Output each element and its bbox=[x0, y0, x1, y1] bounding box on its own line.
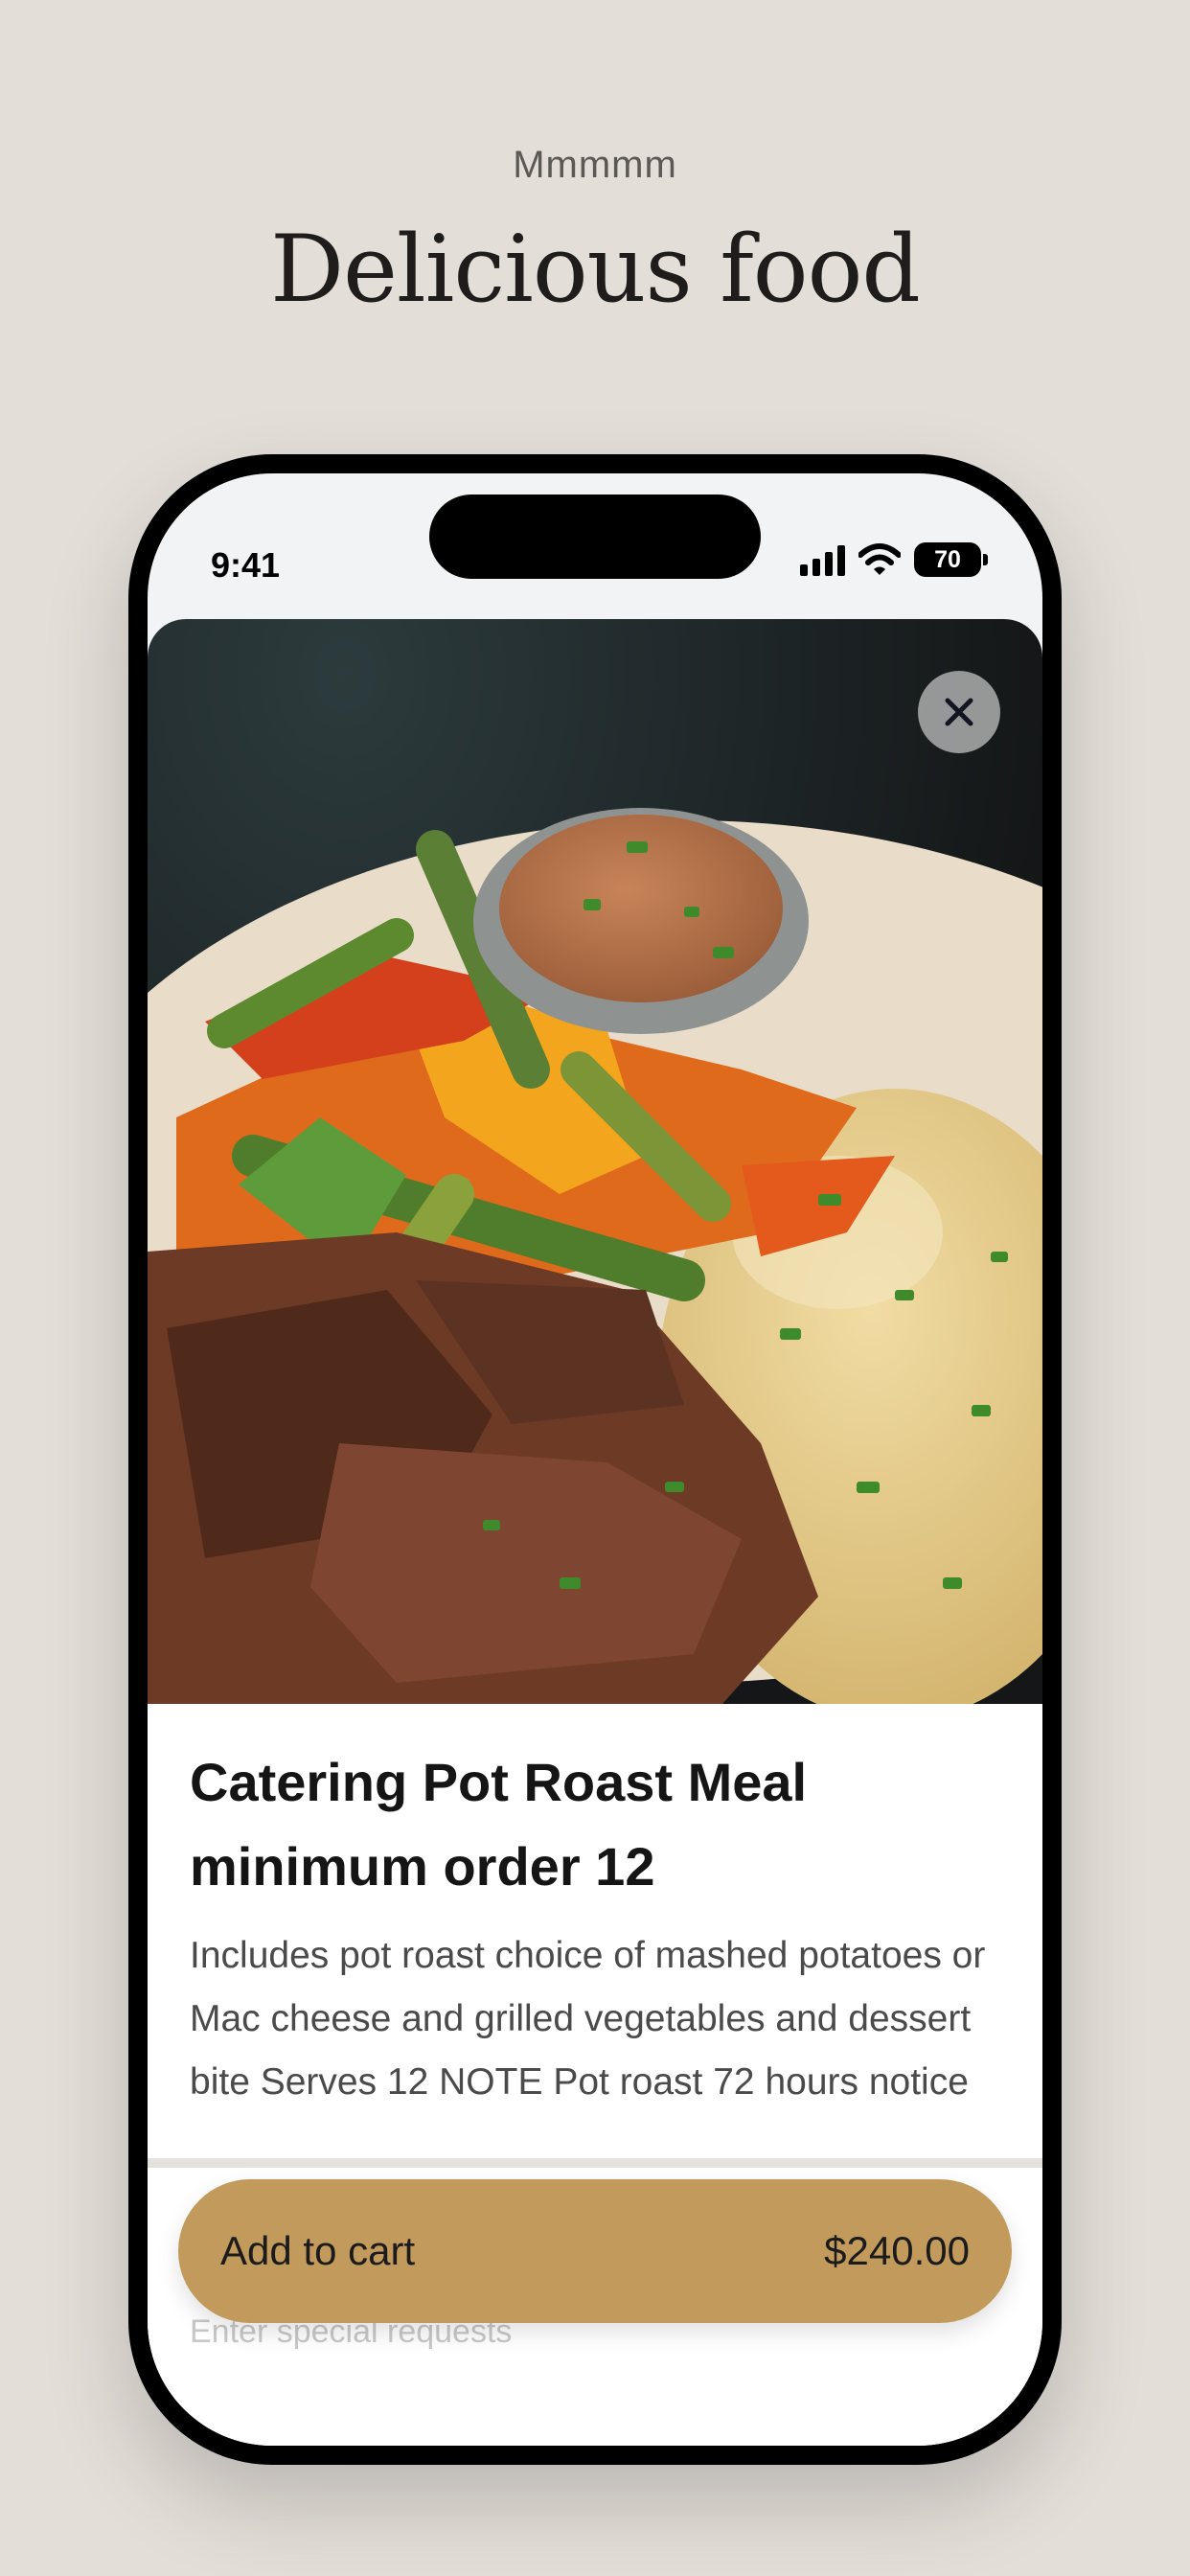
cellular-signal-icon bbox=[800, 543, 845, 576]
add-to-cart-label: Add to cart bbox=[220, 2228, 416, 2273]
food-photo bbox=[148, 619, 1042, 1704]
item-title: Catering Pot Roast Meal minimum order 12 bbox=[190, 1752, 808, 1897]
add-to-cart-button[interactable]: Add to cart $240.00 bbox=[178, 2179, 1012, 2323]
status-time: 9:41 bbox=[211, 545, 281, 585]
close-icon bbox=[945, 698, 973, 726]
dynamic-island bbox=[429, 494, 761, 579]
status-icons: 70 bbox=[800, 540, 988, 579]
cart-price: $240.00 bbox=[824, 2228, 970, 2273]
phone-frame: 9:41 70 Catering Pot Roast Meal minimum … bbox=[128, 454, 1062, 2465]
wifi-icon bbox=[858, 543, 901, 575]
close-button[interactable] bbox=[918, 671, 1000, 753]
phone-screen: 9:41 70 Catering Pot Roast Meal minimum … bbox=[148, 473, 1042, 2446]
item-detail-sheet: Catering Pot Roast Meal minimum order 12… bbox=[148, 619, 1042, 2446]
page-headline: Delicious food bbox=[270, 216, 921, 323]
section-divider bbox=[148, 2158, 1042, 2168]
page-kicker: Mmmmm bbox=[513, 144, 677, 186]
item-description: Includes pot roast choice of mashed pota… bbox=[190, 1935, 986, 2103]
battery-icon: 70 bbox=[914, 542, 988, 577]
